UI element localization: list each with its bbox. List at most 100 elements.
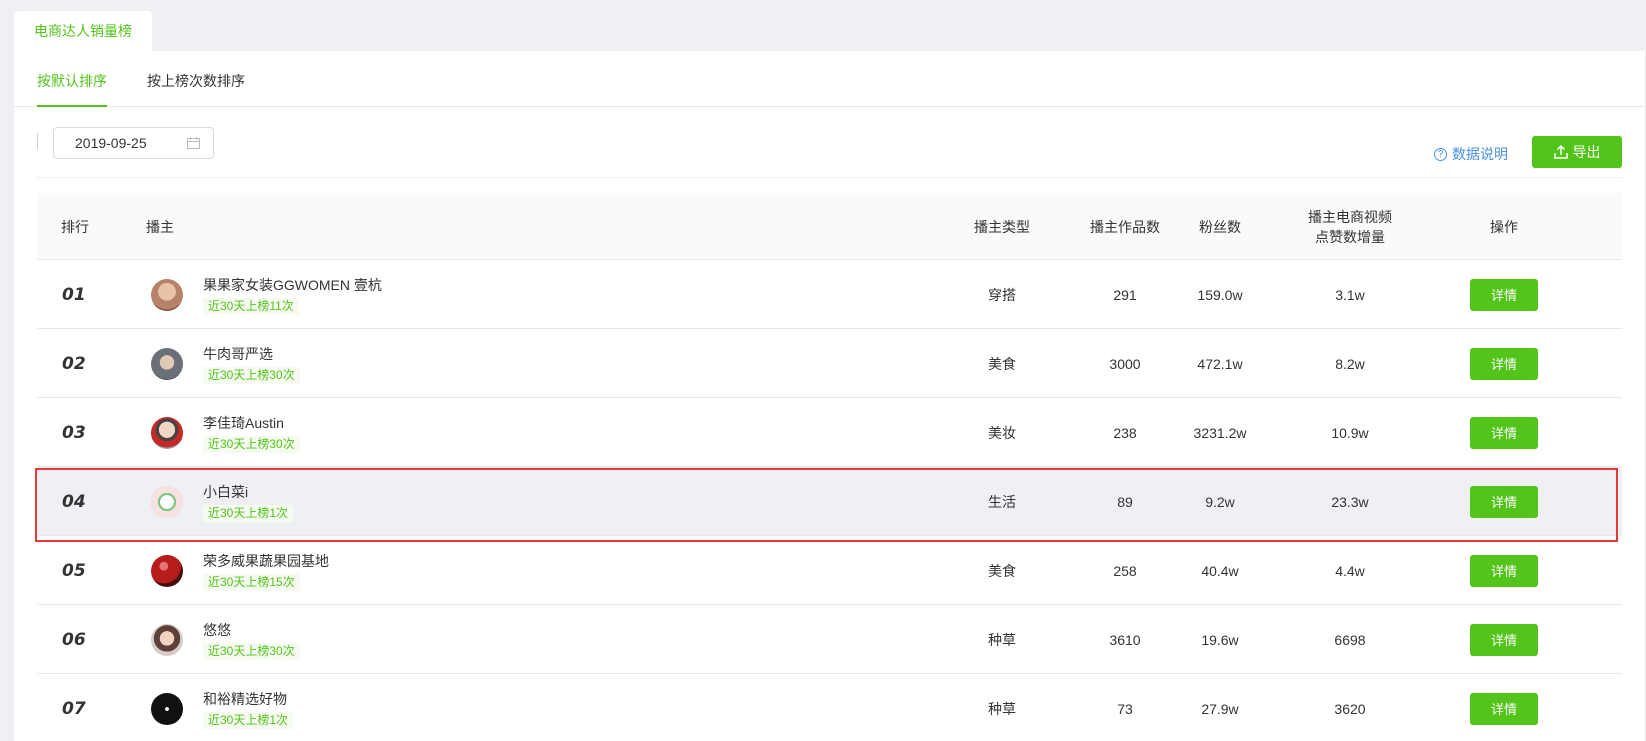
data-explanation-link[interactable]: ? 数据说明	[1434, 144, 1508, 164]
operation-cell: 详情	[1454, 260, 1554, 329]
rank-count-badge: 近30天上榜30次	[203, 642, 300, 660]
tab-default-sort[interactable]: 按默认排序	[37, 71, 107, 107]
avatar[interactable]	[151, 623, 183, 656]
fans-count: 3231.2w	[1193, 424, 1247, 441]
operation-cell: 详情	[1454, 605, 1554, 674]
anchor-name[interactable]: 果果家女装GGWOMEN 壹杭	[203, 275, 382, 295]
operation-cell: 详情	[1454, 398, 1554, 467]
avatar[interactable]	[151, 347, 183, 380]
avatar[interactable]	[151, 692, 183, 725]
column-header-likes: 播主电商视频 点赞数增量	[1290, 193, 1410, 260]
export-label: 导出	[1572, 144, 1601, 160]
date-value: 2019-09-25	[75, 135, 147, 151]
detail-button[interactable]: 详情	[1470, 485, 1538, 518]
rank-count-badge: 近30天上榜30次	[203, 435, 300, 453]
fans-count: 159.0w	[1197, 286, 1243, 303]
rank-number: 01	[62, 284, 86, 305]
rank-count-badge: 近30天上榜11次	[203, 297, 299, 315]
anchor-name[interactable]: 悠悠	[203, 620, 300, 640]
rank-count-badge: 近30天上榜15次	[203, 573, 300, 591]
anchor-type: 美食	[988, 355, 1016, 372]
avatar[interactable]	[151, 416, 183, 449]
detail-button[interactable]: 详情	[1470, 278, 1538, 311]
rank-number: 03	[62, 422, 86, 443]
avatar[interactable]	[151, 485, 183, 518]
rank-number: 06	[62, 629, 86, 650]
anchor-name[interactable]: 李佳琦Austin	[203, 413, 300, 433]
works-count: 238	[1113, 424, 1137, 441]
date-picker[interactable]: 2019-09-25	[53, 127, 214, 159]
operation-cell: 详情	[1454, 329, 1554, 398]
likes-increase: 23.3w	[1331, 493, 1369, 510]
rank-count-badge: 近30天上榜1次	[203, 504, 294, 522]
anchor-name[interactable]: 牛肉哥严选	[203, 344, 300, 364]
fans-count: 40.4w	[1201, 562, 1239, 579]
export-button[interactable]: 导出	[1532, 136, 1622, 168]
works-count: 3610	[1109, 631, 1141, 648]
rank-count-badge: 近30天上榜1次	[203, 711, 294, 729]
anchor-type: 生活	[988, 493, 1016, 510]
anchor-type: 种草	[988, 700, 1016, 717]
likes-increase: 4.4w	[1335, 562, 1365, 579]
avatar[interactable]	[151, 554, 183, 587]
column-header-works: 播主作品数	[1090, 218, 1160, 235]
anchor-name[interactable]: 荣多威果蔬果园基地	[203, 551, 329, 571]
divider	[37, 133, 38, 149]
rank-count-badge: 近30天上榜30次	[203, 366, 300, 384]
anchor-cell: 李佳琦Austin 近30天上榜30次	[151, 398, 751, 467]
table-row: 06 悠悠 近30天上榜30次 种草 3610 19.6w 6698 详情	[37, 605, 1622, 674]
table-row: 05 荣多威果蔬果园基地 近30天上榜15次 美食 258 40.4w 4.4w…	[37, 536, 1622, 605]
upload-icon	[1553, 145, 1568, 159]
likes-increase: 10.9w	[1331, 424, 1369, 441]
tab-ecommerce-sales-ranking[interactable]: 电商达人销量榜	[14, 11, 152, 51]
fans-count: 472.1w	[1197, 355, 1243, 372]
likes-increase: 3.1w	[1335, 286, 1365, 303]
table-row-highlighted: 04 小白菜i 近30天上榜1次 生活 89 9.2w 23.3w 详情	[37, 467, 1622, 536]
works-count: 291	[1113, 286, 1137, 303]
detail-button[interactable]: 详情	[1470, 623, 1538, 656]
works-count: 258	[1113, 562, 1137, 579]
ranking-table: 排行 播主 播主类型 播主作品数 粉丝数 播主电商视频 点赞数增量 操作 01 …	[37, 193, 1622, 741]
works-count: 73	[1117, 700, 1133, 717]
column-header-rank: 排行	[61, 218, 89, 235]
table-row: 02 牛肉哥严选 近30天上榜30次 美食 3000 472.1w 8.2w 详…	[37, 329, 1622, 398]
operation-cell: 详情	[1454, 674, 1554, 741]
anchor-cell: 果果家女装GGWOMEN 壹杭 近30天上榜11次	[151, 260, 751, 329]
anchor-type: 美食	[988, 562, 1016, 579]
fans-count: 27.9w	[1201, 700, 1239, 717]
avatar[interactable]	[151, 278, 183, 311]
table-row: 01 果果家女装GGWOMEN 壹杭 近30天上榜11次 穿搭 291 159.…	[37, 260, 1622, 329]
question-circle-icon: ?	[1434, 147, 1447, 161]
column-header-type: 播主类型	[974, 218, 1030, 235]
calendar-icon	[187, 137, 200, 149]
detail-button[interactable]: 详情	[1470, 554, 1538, 587]
likes-increase: 8.2w	[1335, 355, 1365, 372]
anchor-type: 穿搭	[988, 286, 1016, 303]
table-row: 07 和裕精选好物 近30天上榜1次 种草 73 27.9w 3620 详情	[37, 674, 1622, 741]
anchor-type: 种草	[988, 631, 1016, 648]
table-header: 排行 播主 播主类型 播主作品数 粉丝数 播主电商视频 点赞数增量 操作	[37, 193, 1622, 260]
column-header-fans: 粉丝数	[1199, 218, 1241, 235]
works-count: 3000	[1109, 355, 1141, 372]
rank-number: 05	[62, 560, 86, 581]
ranking-panel: 按默认排序 按上榜次数排序 2019-09-25 ? 数据说明 导出 排行 播主…	[14, 51, 1646, 741]
toolbar-divider	[37, 177, 1622, 178]
anchor-name[interactable]: 小白菜i	[203, 482, 293, 502]
detail-button[interactable]: 详情	[1470, 347, 1538, 380]
anchor-cell: 悠悠 近30天上榜30次	[151, 605, 751, 674]
anchor-name[interactable]: 和裕精选好物	[203, 689, 293, 709]
likes-header-line2: 点赞数增量	[1315, 228, 1385, 245]
column-header-operation: 操作	[1490, 218, 1518, 235]
likes-header-line1: 播主电商视频	[1308, 208, 1392, 225]
detail-button[interactable]: 详情	[1470, 416, 1538, 449]
detail-button[interactable]: 详情	[1470, 692, 1538, 725]
anchor-cell: 和裕精选好物 近30天上榜1次	[151, 674, 751, 741]
anchor-type: 美妆	[988, 424, 1016, 441]
anchor-cell: 牛肉哥严选 近30天上榜30次	[151, 329, 751, 398]
works-count: 89	[1117, 493, 1133, 510]
tab-sort-by-rank-count[interactable]: 按上榜次数排序	[147, 71, 245, 107]
anchor-cell: 荣多威果蔬果园基地 近30天上榜15次	[151, 536, 751, 605]
table-row: 03 李佳琦Austin 近30天上榜30次 美妆 238 3231.2w 10…	[37, 398, 1622, 467]
rank-number: 02	[62, 353, 86, 374]
likes-increase: 6698	[1334, 631, 1366, 648]
